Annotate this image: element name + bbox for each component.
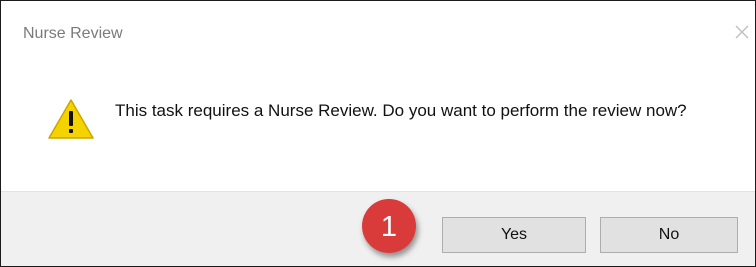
yes-button[interactable]: Yes [442,217,586,253]
close-icon[interactable] [733,23,751,41]
step-number-badge: 1 [362,199,416,253]
dialog-message: This task requires a Nurse Review. Do yo… [115,101,687,120]
title-bar: Nurse Review [1,1,755,59]
dialog-title: Nurse Review [23,25,123,42]
step-number: 1 [381,211,397,243]
no-button[interactable]: No [600,217,738,253]
dialog-content: This task requires a Nurse Review. Do yo… [1,59,755,191]
warning-icon [47,97,95,141]
